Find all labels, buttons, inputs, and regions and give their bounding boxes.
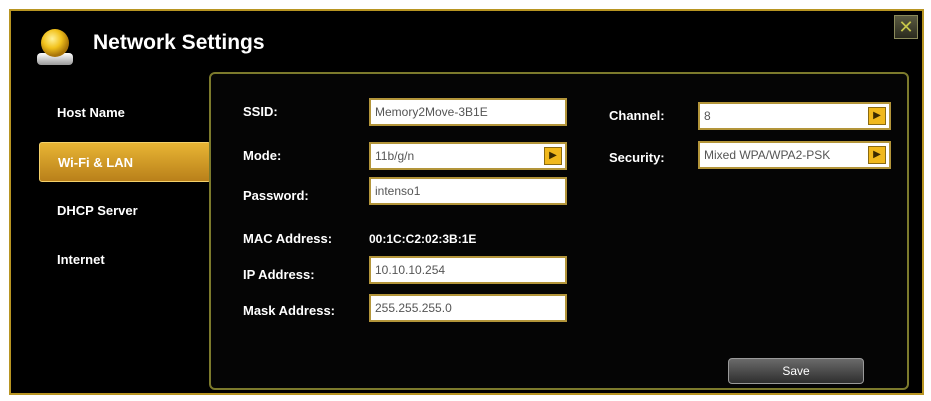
channel-label: Channel:: [609, 108, 665, 123]
mode-select[interactable]: 11b/g/n ▶: [369, 142, 567, 170]
channel-select[interactable]: 8 ▶: [698, 102, 891, 130]
mode-value: 11b/g/n: [375, 149, 415, 163]
password-label: Password:: [243, 188, 309, 203]
ip-address-label: IP Address:: [243, 267, 315, 282]
security-select[interactable]: Mixed WPA/WPA2-PSK ▶: [698, 141, 891, 169]
mask-address-label: Mask Address:: [243, 303, 335, 318]
arrow-right-icon[interactable]: ▶: [544, 147, 562, 165]
security-value: Mixed WPA/WPA2-PSK: [704, 148, 831, 162]
channel-value: 8: [704, 109, 711, 123]
mac-address-value: 00:1C:C2:02:3B:1E: [369, 232, 477, 246]
mode-label: Mode:: [243, 148, 282, 163]
save-button[interactable]: Save: [728, 358, 864, 384]
sidebar-item-dhcp-server[interactable]: DHCP Server: [39, 191, 211, 231]
ssid-field[interactable]: Memory2Move-3B1E: [369, 98, 567, 126]
arrow-right-icon[interactable]: ▶: [868, 146, 886, 164]
mask-address-field[interactable]: 255.255.255.0: [369, 294, 567, 322]
user-folder-icon: [37, 29, 73, 65]
sidebar: Host Name Wi-Fi & LAN DHCP Server Intern…: [39, 93, 211, 289]
close-icon[interactable]: ✕: [894, 15, 918, 39]
window-title: Network Settings: [93, 31, 265, 54]
ip-address-field[interactable]: 10.10.10.254: [369, 256, 567, 284]
security-label: Security:: [609, 150, 665, 165]
sidebar-item-host-name[interactable]: Host Name: [39, 93, 211, 133]
network-settings-window: ✕ Network Settings Host Name Wi-Fi & LAN…: [9, 9, 924, 395]
mac-address-label: MAC Address:: [243, 231, 333, 246]
settings-panel: SSID: Memory2Move-3B1E Mode: 11b/g/n ▶ P…: [209, 72, 909, 390]
sidebar-item-wifi-lan[interactable]: Wi-Fi & LAN: [39, 142, 211, 182]
password-field[interactable]: intenso1: [369, 177, 567, 205]
ssid-label: SSID:: [243, 104, 278, 119]
sidebar-item-internet[interactable]: Internet: [39, 240, 211, 280]
arrow-right-icon[interactable]: ▶: [868, 107, 886, 125]
